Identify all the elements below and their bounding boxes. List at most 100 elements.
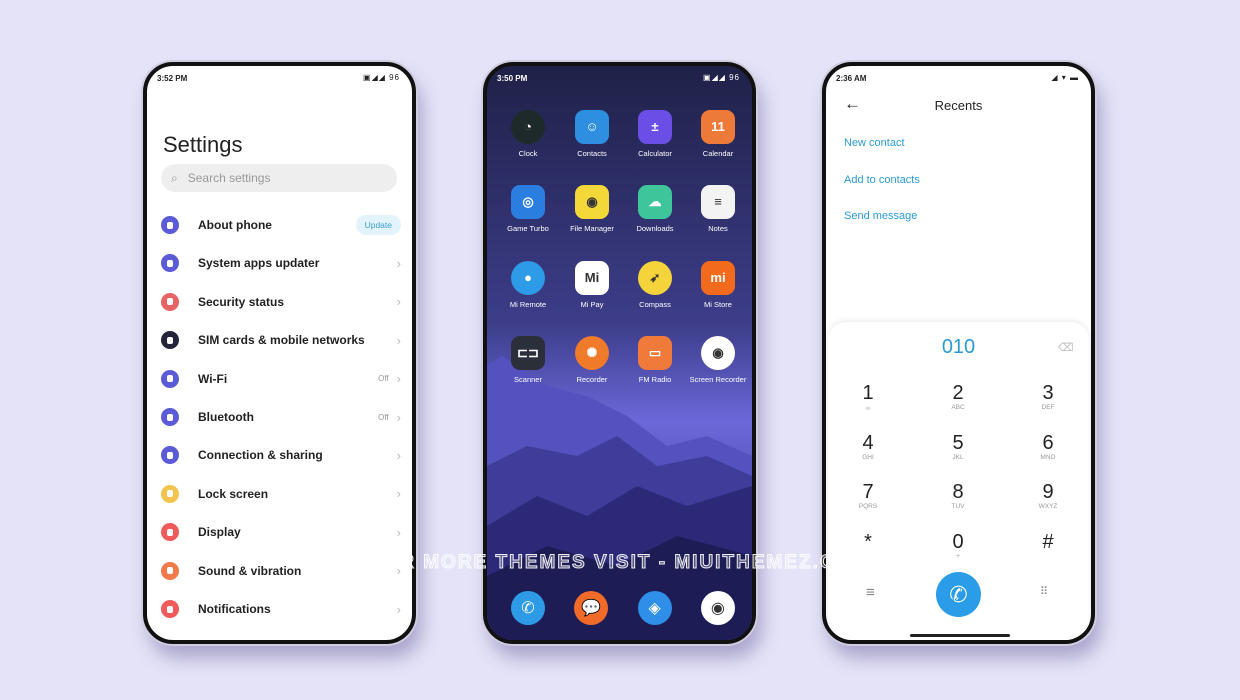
search-input[interactable]: ⌕ Search settings: [161, 164, 397, 192]
browser-icon[interactable]: ◈: [637, 591, 672, 625]
settings-item-security-status[interactable]: Security status ›: [161, 287, 401, 317]
status-icons: ▣◢◢ 96: [363, 73, 400, 82]
phone-icon[interactable]: ✆: [511, 591, 545, 625]
app-calendar[interactable]: 11 Calendar: [688, 110, 748, 159]
backspace-icon[interactable]: ⌫: [1058, 341, 1074, 354]
app-label: Contacts: [577, 149, 607, 158]
key-digit: 8: [952, 481, 964, 503]
key-#[interactable]: #: [1018, 531, 1078, 553]
setting-icon: [161, 408, 179, 426]
mi-store-icon: mi: [701, 260, 735, 295]
settings-item-wi-fi[interactable]: Wi-Fi Off ›: [161, 364, 401, 394]
dialpad-toggle-icon[interactable]: ⠿: [1040, 585, 1048, 598]
key-letters: MNO: [1040, 453, 1056, 461]
key-digit: *: [864, 530, 872, 553]
settings-item-label: Notifications: [198, 602, 271, 616]
chevron-right-icon: ›: [396, 294, 401, 310]
calendar-icon: 11: [701, 110, 735, 144]
app-game-turbo[interactable]: ◎ Game Turbo: [498, 185, 558, 234]
key-6[interactable]: 6 MNO: [1018, 432, 1078, 461]
key-letters: JKL: [952, 453, 964, 461]
call-button[interactable]: ✆: [936, 572, 981, 617]
key-letters: WXYZ: [1038, 503, 1058, 510]
settings-item-system-apps-updater[interactable]: System apps updater ›: [161, 248, 401, 278]
key-digit: 2: [952, 382, 964, 404]
app-label: Notes: [708, 224, 728, 234]
watermark: FOR MORE THEMES VISIT - MIUITHEMEZ.COM: [369, 552, 871, 574]
app-file-manager[interactable]: ◉ File Manager: [562, 185, 622, 234]
key-1[interactable]: 1 ₒₒ: [838, 382, 898, 411]
app-notes[interactable]: ≡ Notes: [688, 185, 748, 234]
chevron-right-icon: ›: [396, 447, 401, 463]
settings-item-value: Off: [378, 412, 389, 422]
key-letters: ₒₒ: [865, 404, 871, 411]
settings-item-label: System apps updater: [198, 256, 320, 271]
setting-icon: [161, 446, 179, 465]
page-title: Settings: [163, 132, 243, 157]
app-screen-recorder[interactable]: ◉ Screen Recorder: [688, 335, 748, 385]
home-indicator: [910, 634, 1010, 637]
game-turbo-icon: ◎: [511, 185, 545, 220]
key-letters: TUV: [951, 503, 965, 510]
key-digit: 0: [952, 530, 964, 553]
key-letters: ABC: [951, 404, 965, 411]
setting-icon: [161, 292, 179, 311]
settings-item-connection-sharing[interactable]: Connection & sharing ›: [161, 440, 401, 470]
app-label: FM Radio: [638, 374, 672, 384]
app-contacts[interactable]: ☺ Contacts: [562, 110, 622, 159]
status-time: 3:50 PM: [497, 74, 528, 83]
new-contact-link[interactable]: New contact: [844, 137, 905, 149]
app-scanner[interactable]: ⊏⊐ Scanner: [498, 335, 558, 385]
key-4[interactable]: 4 GHI: [838, 432, 898, 461]
settings-item-value: Off: [378, 374, 389, 384]
settings-item-bluetooth[interactable]: Bluetooth Off ›: [161, 402, 401, 432]
key-2[interactable]: 2 ABC: [928, 382, 988, 411]
fm-radio-icon: ▭: [638, 335, 672, 370]
send-message-link[interactable]: Send message: [844, 210, 917, 222]
app-label: Mi Remote: [509, 299, 547, 309]
clock-icon: ◔: [511, 110, 545, 144]
search-icon: ⌕: [171, 170, 178, 185]
dialed-number[interactable]: 010: [826, 336, 1091, 359]
key-digit: 9: [1042, 481, 1054, 503]
app-calculator[interactable]: ± Calculator: [625, 110, 685, 159]
camera-icon[interactable]: ◉: [700, 591, 735, 625]
app-clock[interactable]: ◔ Clock: [498, 110, 558, 159]
setting-icon: [161, 600, 179, 618]
app-downloads[interactable]: ☁ Downloads: [625, 185, 685, 234]
key-8[interactable]: 8 TUV: [928, 481, 988, 510]
settings-item-about-phone[interactable]: About phone Update: [161, 210, 401, 240]
settings-item-label: Bluetooth: [198, 410, 254, 424]
chevron-right-icon: ›: [396, 524, 401, 540]
mi-remote-icon: ●: [511, 260, 545, 295]
app-mi-pay[interactable]: Mi Mi Pay: [562, 260, 622, 310]
key-9[interactable]: 9 WXYZ: [1018, 481, 1078, 510]
key-digit: 7: [862, 481, 874, 503]
app-label: Screen Recorder: [689, 374, 747, 384]
settings-item-notifications[interactable]: Notifications ›: [161, 594, 401, 624]
settings-item-label: Lock screen: [198, 486, 269, 501]
settings-item-lock-screen[interactable]: Lock screen ›: [161, 479, 401, 509]
calculator-icon: ±: [638, 110, 672, 144]
key-*[interactable]: *: [838, 531, 898, 553]
chevron-right-icon: ›: [396, 332, 401, 348]
menu-icon[interactable]: ≡: [866, 584, 875, 601]
app-compass[interactable]: ➶ Compass: [625, 260, 685, 310]
app-fm-radio[interactable]: ▭ FM Radio: [625, 335, 685, 385]
app-label: File Manager: [570, 224, 614, 234]
app-label: Scanner: [514, 374, 542, 384]
app-mi-remote[interactable]: ● Mi Remote: [498, 260, 558, 310]
key-7[interactable]: 7 PQRS: [838, 481, 898, 510]
add-to-contacts-link[interactable]: Add to contacts: [844, 174, 920, 186]
settings-item-display[interactable]: Display ›: [161, 517, 401, 547]
key-3[interactable]: 3 DEF: [1018, 382, 1078, 411]
app-recorder[interactable]: ✺ Recorder: [562, 335, 622, 385]
update-badge[interactable]: Update: [355, 215, 401, 235]
app-mi-store[interactable]: mi Mi Store: [688, 260, 748, 310]
app-label: Recorder: [576, 374, 608, 384]
chevron-right-icon: ›: [396, 486, 401, 502]
settings-item-sim-cards-mobile-networks[interactable]: SIM cards & mobile networks ›: [161, 325, 401, 355]
chevron-right-icon: ›: [396, 371, 401, 387]
key-digit: 1: [862, 382, 874, 404]
key-5[interactable]: 5 JKL: [928, 432, 988, 461]
